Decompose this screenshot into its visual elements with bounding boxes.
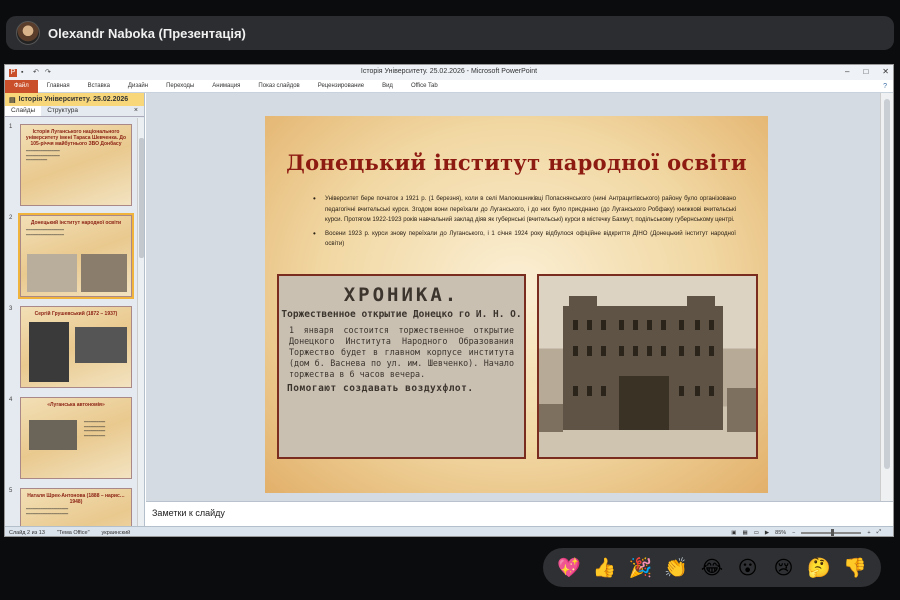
tab-office-tab[interactable]: Office Tab bbox=[402, 83, 447, 89]
slide-thumbnail[interactable]: 3 Сергій Грушевський (1872 – 1937) bbox=[7, 306, 135, 392]
slide-thumbnail[interactable]: 2 Донецький інститут народної освіти ━━━… bbox=[7, 213, 135, 301]
tab-review[interactable]: Рецензирование bbox=[309, 83, 373, 89]
thumbnail-title: Наталя Шрек-Антонова (1888 – нарис… 1948… bbox=[27, 493, 125, 505]
language-indicator[interactable]: украинский bbox=[102, 530, 131, 536]
tab-insert[interactable]: Вставка bbox=[79, 83, 119, 89]
newspaper-heading: ХРОНИКА. bbox=[343, 284, 460, 306]
help-icon[interactable]: ? bbox=[883, 83, 887, 90]
thumbnail-title: «Луганська автономія» bbox=[47, 402, 105, 408]
thinking-reaction-icon[interactable]: 🤔 bbox=[805, 554, 833, 582]
slide-number: 3 bbox=[9, 306, 13, 312]
presenter-bar: Olexandr Naboka (Презентація) bbox=[6, 16, 894, 50]
tab-transitions[interactable]: Переходы bbox=[157, 83, 203, 89]
tab-design[interactable]: Дизайн bbox=[119, 83, 157, 89]
thumbnail-title: Донецький інститут народної освіти bbox=[30, 220, 122, 226]
newspaper-footer: Помогают создавать воздухфлот. bbox=[287, 383, 474, 394]
thumbnail-list: 1 Історія Луганського національного унів… bbox=[5, 118, 138, 526]
zoom-level[interactable]: 85% bbox=[775, 530, 786, 536]
maximize-button[interactable]: □ bbox=[863, 67, 868, 76]
tab-view[interactable]: Вид bbox=[373, 83, 402, 89]
window-controls: – □ ✕ bbox=[845, 67, 889, 76]
fit-to-window-icon[interactable]: ⤢ bbox=[877, 529, 881, 536]
slide-counter: Слайд 2 из 13 bbox=[9, 529, 45, 536]
tab-slideshow[interactable]: Показ слайдов bbox=[249, 83, 308, 89]
building-tower-right bbox=[687, 296, 715, 312]
status-bar: Слайд 2 из 13 "Тема Office" украинский ▣… bbox=[5, 526, 893, 536]
slide-number: 2 bbox=[9, 215, 13, 221]
slide-thumbnail[interactable]: 1 Історія Луганського національного унів… bbox=[7, 124, 135, 210]
zoom-in-icon[interactable]: + bbox=[867, 530, 870, 536]
tab-animation[interactable]: Анимация bbox=[203, 83, 249, 89]
file-tab[interactable]: Файл bbox=[5, 79, 38, 93]
presenter-avatar bbox=[16, 21, 40, 45]
slide-scrollbar[interactable] bbox=[880, 93, 893, 501]
laughing-reaction-icon[interactable]: 😂 bbox=[698, 554, 726, 582]
newspaper-subheading: Торжественное открытие Донецко го И. Н. … bbox=[281, 309, 522, 320]
minimize-button[interactable]: – bbox=[845, 67, 849, 76]
close-button[interactable]: ✕ bbox=[882, 67, 889, 76]
presentation-tab[interactable]: ▤ Історія Університету. 25.02.2026 bbox=[5, 93, 144, 106]
theme-name: "Тема Office" bbox=[56, 529, 90, 536]
slide-bullets[interactable]: Університет бере початок з 1921 р. (1 бе… bbox=[311, 194, 736, 253]
thumbnail-building-image bbox=[29, 420, 77, 450]
thumbnail-text-lines: ━━━━━━━━━━━━━━━━ ━━━━━━━━━━━━━━━━ ━━━━━━━━… bbox=[26, 149, 60, 163]
building-entrance bbox=[619, 376, 669, 430]
newspaper-clipping-image: ХРОНИКА. Торжественное открытие Донецко … bbox=[277, 274, 526, 459]
normal-view-icon[interactable]: ▣ bbox=[731, 530, 736, 536]
current-slide[interactable]: Донецький інститут народної освіти Уніве… bbox=[265, 116, 768, 493]
thumbnail-building-image bbox=[81, 254, 127, 292]
clapping-reaction-icon[interactable]: 👏 bbox=[662, 554, 690, 582]
presenter-name: Olexandr Naboka (Презентація) bbox=[48, 25, 246, 41]
thumbnail-group-photo bbox=[75, 327, 127, 363]
party-popper-reaction-icon[interactable]: 🎉 bbox=[626, 554, 654, 582]
thumbnail-text-lines: ━━━━━━━━━━━━━━━━━━━━━━━━━━━━━━━━━━━━━━━━ bbox=[26, 507, 69, 516]
ribbon-tabs: Файл Главная Вставка Дизайн Переходы Ани… bbox=[5, 79, 893, 93]
slide-notes-field[interactable]: Заметки к слайду bbox=[146, 501, 893, 526]
tab-slides[interactable]: Слайды bbox=[5, 106, 42, 116]
reactions-bar: 💖 👍 🎉 👏 😂 😮 😢 🤔 👎 bbox=[543, 548, 881, 587]
bullet-item: Восени 1923 р. курси знову переїхали до … bbox=[311, 229, 736, 250]
side-building-right bbox=[727, 388, 756, 432]
thumbnail-scrollbar[interactable] bbox=[137, 118, 144, 526]
side-building-left bbox=[539, 404, 563, 432]
building-tower-left bbox=[569, 296, 597, 312]
bullet-item: Університет бере початок з 1921 р. (1 бе… bbox=[311, 194, 736, 226]
zoom-out-icon[interactable]: − bbox=[792, 530, 795, 536]
powerpoint-window: P ▪ ↶ ↷ Історія Університету. 25.02.2026… bbox=[4, 64, 894, 537]
slide-number: 5 bbox=[9, 488, 13, 494]
slide-thumbnail[interactable]: 5 Наталя Шрек-Антонова (1888 – нарис… 19… bbox=[7, 488, 135, 526]
title-bar: P ▪ ↶ ↷ Історія Університету. 25.02.2026… bbox=[5, 65, 893, 80]
historic-building-photo bbox=[537, 274, 758, 459]
slides-pane: ▤ Історія Університету. 25.02.2026 Слайд… bbox=[5, 93, 145, 526]
slideshow-icon[interactable]: ▶ bbox=[765, 530, 769, 536]
tab-home[interactable]: Главная bbox=[38, 83, 79, 89]
surprised-reaction-icon[interactable]: 😮 bbox=[734, 554, 762, 582]
slide-sorter-icon[interactable]: ▦ bbox=[743, 530, 748, 536]
slide-number: 4 bbox=[9, 397, 13, 403]
pane-close-icon[interactable]: × bbox=[128, 106, 144, 116]
window-title: Історія Університету. 25.02.2026 - Micro… bbox=[360, 68, 538, 75]
document-icon: ▤ bbox=[9, 96, 16, 104]
reading-view-icon[interactable]: ▭ bbox=[754, 530, 759, 536]
slide-number: 1 bbox=[9, 124, 13, 130]
thumbnail-newspaper-image bbox=[27, 254, 77, 292]
thumbs-down-reaction-icon[interactable]: 👎 bbox=[841, 554, 869, 582]
thumbnail-text-lines: ━━━━━━━━━━━━━━━━━━━━━━━━━━━━━━━━━━━━━━━━ bbox=[84, 420, 106, 438]
zoom-slider[interactable] bbox=[801, 528, 862, 536]
sad-reaction-icon[interactable]: 😢 bbox=[769, 554, 797, 582]
thumbs-up-reaction-icon[interactable]: 👍 bbox=[591, 554, 619, 582]
thumbnail-title: Сергій Грушевський (1872 – 1937) bbox=[34, 311, 118, 317]
thumbnail-text-lines: ━━━━━━━━━━━━━━━━━━ ━━━━━━━━━━━━━━━━━━ bbox=[26, 228, 64, 237]
newspaper-body: 1 января состоится торжественное открыти… bbox=[289, 325, 514, 379]
pane-tabs: Слайды Структура × bbox=[5, 106, 144, 117]
slide-title[interactable]: Донецький інститут народної освіти bbox=[265, 150, 768, 175]
heart-reaction-icon[interactable]: 💖 bbox=[555, 554, 583, 582]
thumbnail-title: Історія Луганського національного універ… bbox=[25, 129, 127, 147]
slide-thumbnail[interactable]: 4 «Луганська автономія» ━━━━━━━━━━ ━━━━━━… bbox=[7, 397, 135, 483]
tab-outline[interactable]: Структура bbox=[41, 106, 84, 116]
thumbnail-portrait-image bbox=[29, 322, 69, 382]
